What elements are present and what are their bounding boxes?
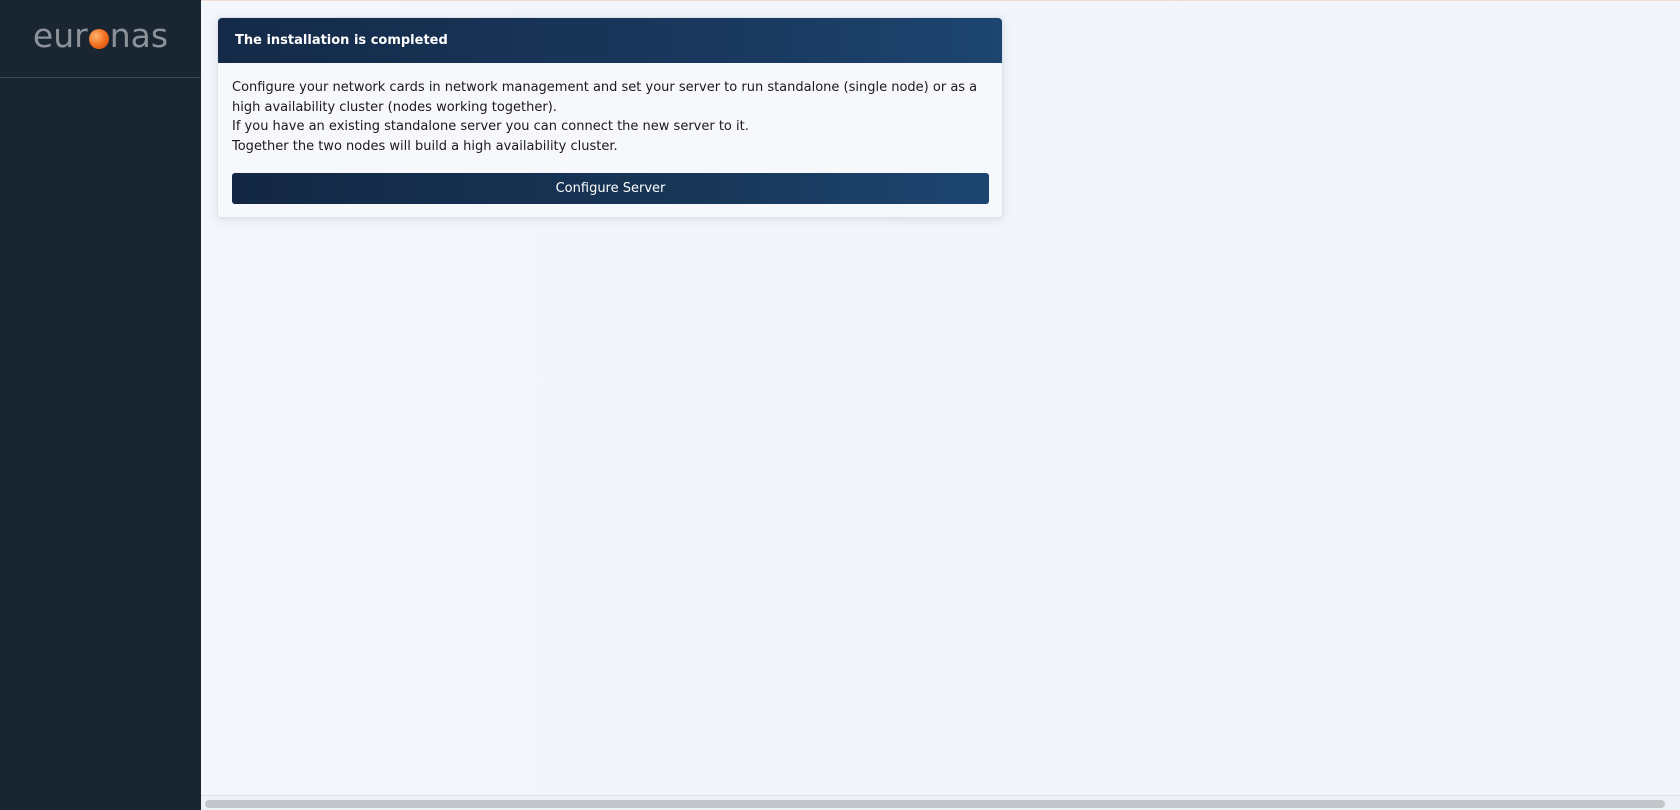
installation-complete-card: The installation is completed Configure … (217, 17, 1003, 218)
logo[interactable]: eur nas (0, 0, 201, 78)
logo-text-end: nas (109, 16, 169, 55)
configure-server-button[interactable]: Configure Server (232, 173, 989, 204)
logo-text-start: eur (32, 16, 88, 55)
card-paragraph: Configure your network cards in network … (232, 80, 978, 115)
main-content: The installation is completed Configure … (201, 0, 1680, 810)
logo-wordmark: eur nas (33, 16, 168, 55)
sidebar: eur nas (0, 0, 201, 810)
card-paragraph: If you have an existing standalone serve… (232, 119, 749, 134)
scrollbar-thumb[interactable] (205, 800, 1665, 808)
card-body: Configure your network cards in network … (218, 63, 1002, 156)
horizontal-scrollbar[interactable] (201, 795, 1680, 810)
card-paragraph: Together the two nodes will build a high… (232, 138, 618, 154)
card-header: The installation is completed (218, 18, 1002, 63)
card-title: The installation is completed (235, 33, 448, 48)
logo-orb-icon (88, 28, 109, 49)
